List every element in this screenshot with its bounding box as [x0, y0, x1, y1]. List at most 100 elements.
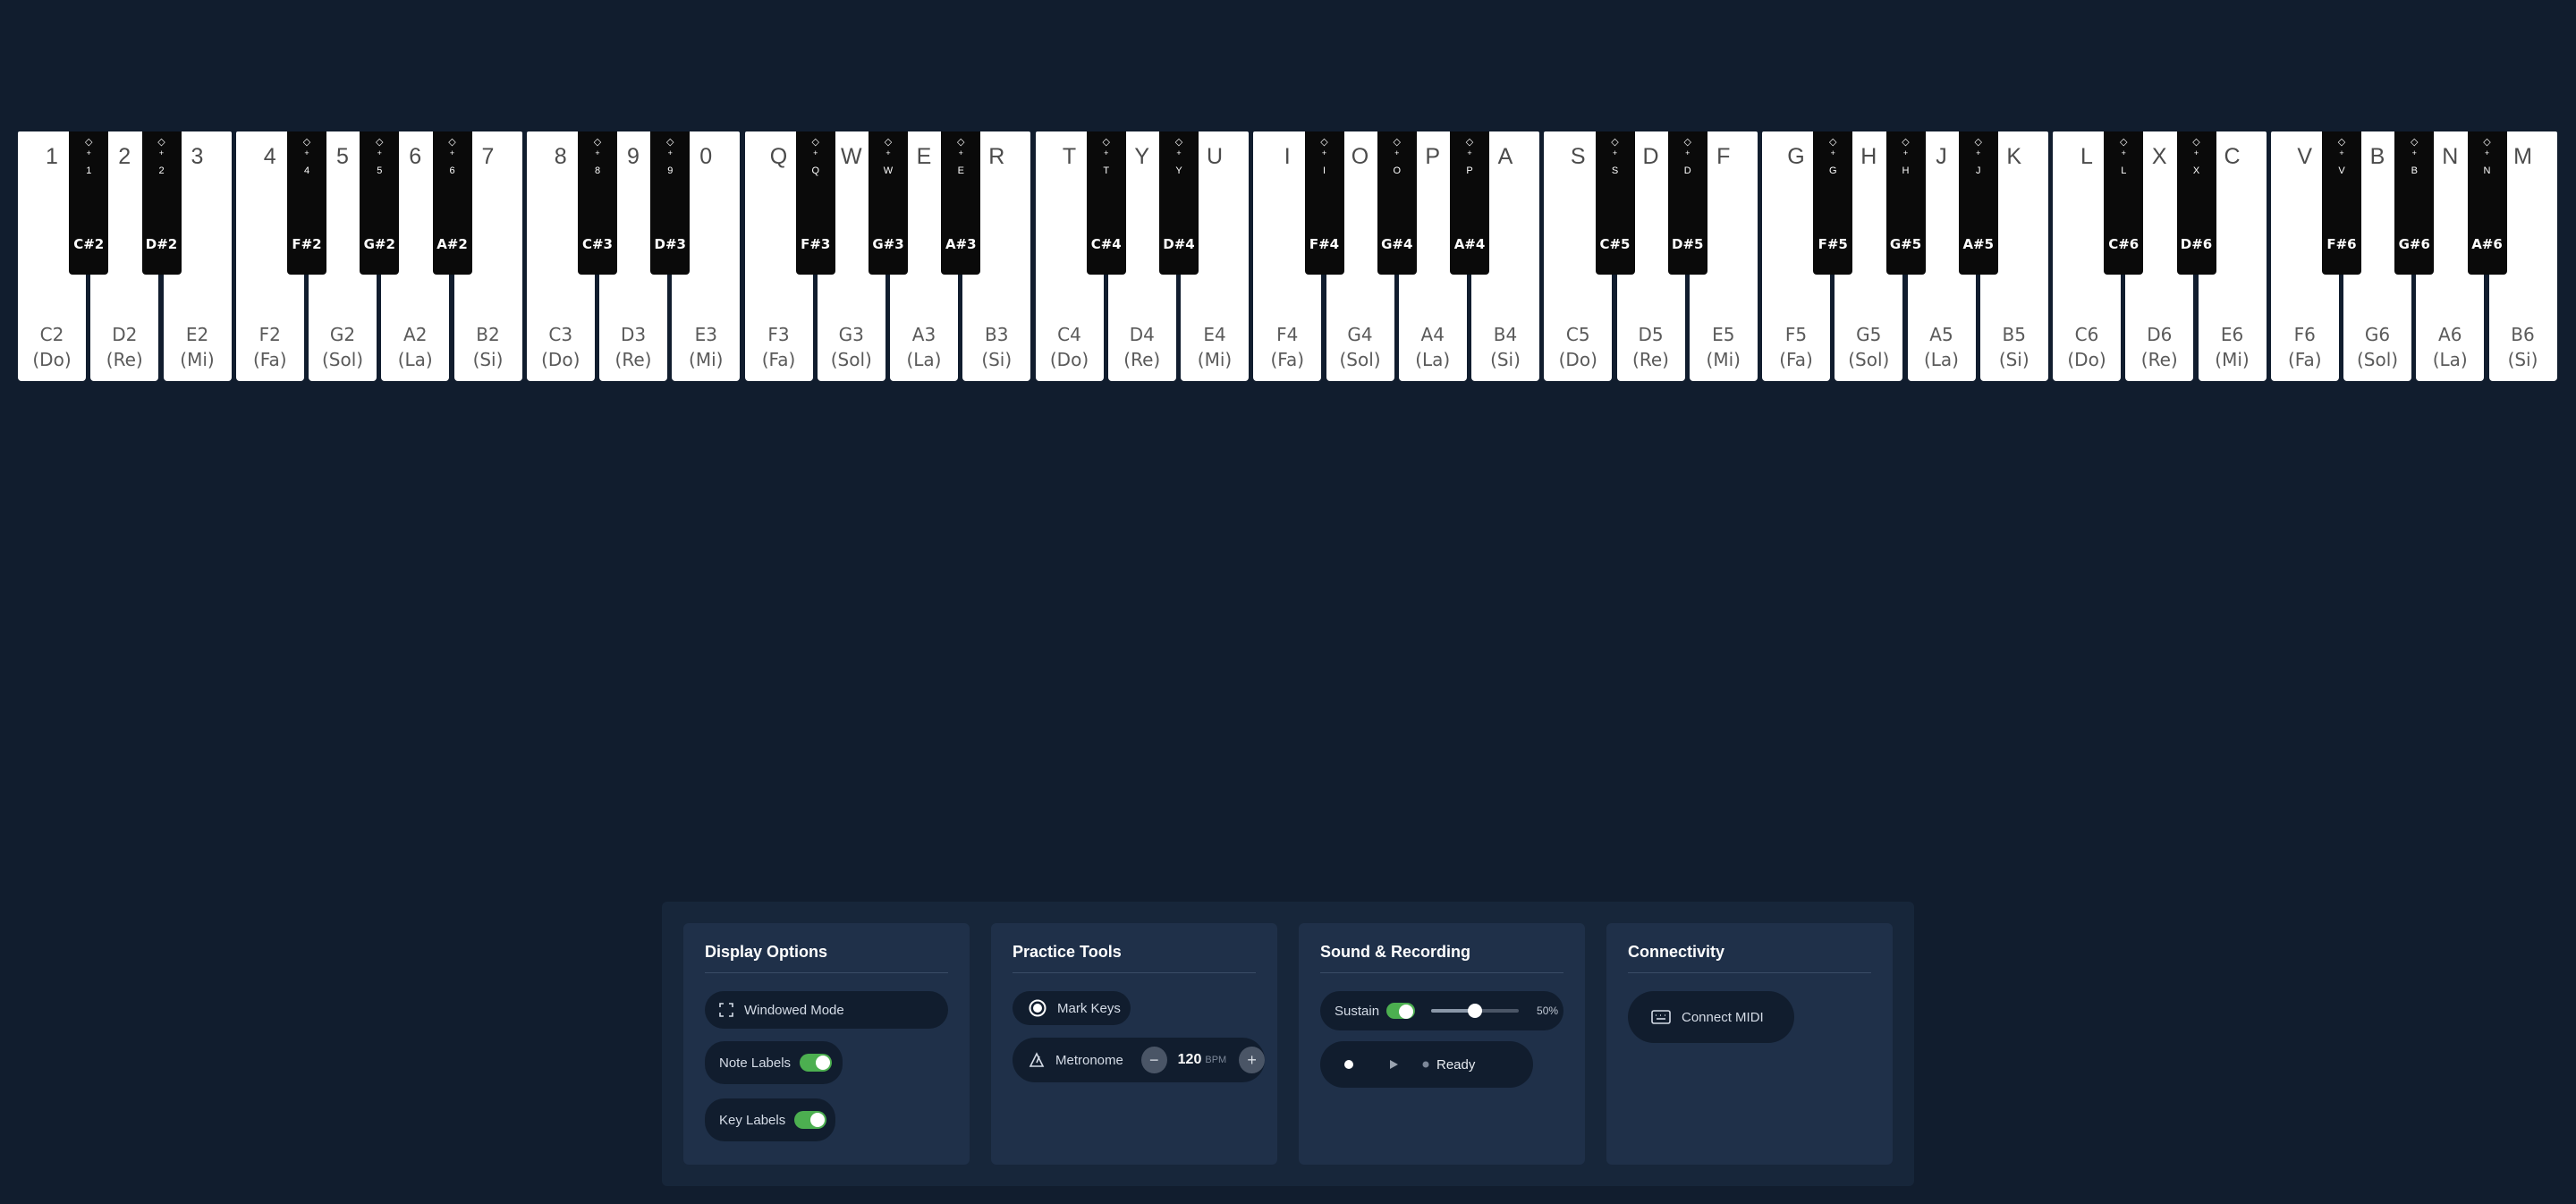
play-button[interactable] — [1388, 1059, 1399, 1070]
note-label: C5 (Do) — [1544, 322, 1612, 372]
black-key[interactable]: ◇ +6 A#2 — [432, 131, 472, 275]
plus-sign: + — [1321, 148, 1327, 157]
plus-sign: + — [2193, 148, 2199, 157]
modifier-icon: ◇ — [1102, 137, 1110, 148]
plus-sign: + — [595, 148, 600, 157]
note-name: B2 — [476, 324, 500, 345]
note-label: C3 (Do) — [527, 322, 595, 372]
black-key[interactable]: ◇ +8 C#3 — [578, 131, 617, 275]
solfege-name: (Do) — [1049, 349, 1089, 370]
note-name: G3 — [838, 324, 864, 345]
modifier-icon: ◇ — [448, 137, 456, 148]
note-label: B2 (Si) — [454, 322, 522, 372]
radio-icon — [1029, 999, 1046, 1017]
note-label: G6 (Sol) — [2343, 322, 2411, 372]
note-labels-toggle[interactable] — [800, 1054, 833, 1072]
black-key[interactable]: ◇ + D D#5 — [1667, 131, 1707, 275]
fullscreen-icon — [719, 1003, 739, 1017]
note-name: F5 — [1784, 324, 1808, 345]
black-key[interactable]: ◇ +2 D#2 — [141, 131, 182, 275]
mark-keys-label: Mark Keys — [1057, 1000, 1121, 1016]
solfege-name: (La) — [1415, 349, 1451, 370]
black-key[interactable]: ◇ +1 C#2 — [69, 131, 109, 275]
black-key[interactable]: ◇ + B G#6 — [2394, 131, 2435, 275]
plus-sign: + — [1104, 148, 1109, 157]
key-label: 8 — [594, 165, 601, 176]
note-label: E4 (Mi) — [1181, 322, 1249, 372]
black-key[interactable]: ◇ + E A#3 — [941, 131, 981, 275]
black-key[interactable]: ◇ + I F#4 — [1304, 131, 1344, 275]
note-label: D#4 — [1163, 236, 1195, 252]
note-label: D6 (Re) — [2125, 322, 2193, 372]
plus-sign: + — [449, 148, 455, 157]
note-name: F4 — [1276, 324, 1299, 345]
volume-slider[interactable] — [1431, 1004, 1520, 1018]
note-label: E5 (Mi) — [1690, 322, 1758, 372]
note-name: D5 — [1638, 324, 1664, 345]
black-key[interactable]: ◇ + W G#3 — [869, 131, 908, 275]
note-label: B3 (Si) — [962, 322, 1030, 372]
key-labels-toggle[interactable] — [794, 1111, 827, 1129]
black-key[interactable]: ◇ + J A#5 — [1958, 131, 1998, 275]
practice-tools-title: Practice Tools — [1013, 943, 1256, 973]
solfege-name: (Sol) — [2356, 349, 2399, 370]
key-label: Y — [1175, 165, 1182, 176]
modifier-icon: ◇ — [1174, 137, 1183, 148]
black-key[interactable]: ◇ + X D#6 — [2176, 131, 2216, 275]
note-label: A4 (La) — [1399, 322, 1467, 372]
black-key[interactable]: ◇ + Q F#3 — [795, 131, 835, 275]
key-label: G — [1828, 165, 1837, 176]
sustain-toggle[interactable] — [1386, 1003, 1416, 1019]
modifier-icon: ◇ — [957, 137, 965, 148]
note-label: D2 (Re) — [90, 322, 158, 372]
plus-sign: + — [2121, 148, 2126, 157]
black-key[interactable]: ◇ +5 G#2 — [360, 131, 400, 275]
note-name: G6 — [2364, 324, 2391, 345]
plus-sign: + — [1467, 148, 1472, 157]
solfege-name: (Si) — [1998, 349, 2029, 370]
note-label: C4 (Do) — [1036, 322, 1104, 372]
note-label: A#3 — [945, 236, 977, 252]
note-label: G4 (Sol) — [1326, 322, 1394, 372]
modifier-icon: ◇ — [1465, 137, 1474, 148]
note-label: A5 (La) — [1908, 322, 1976, 372]
modifier-icon: ◇ — [2483, 137, 2491, 148]
black-key[interactable]: ◇ + N A#6 — [2467, 131, 2507, 275]
note-label: D#6 — [2180, 236, 2213, 252]
key-label: J — [1976, 165, 1981, 176]
black-key[interactable]: ◇ + T C#4 — [1086, 131, 1126, 275]
mark-keys-button[interactable]: Mark Keys — [1013, 991, 1131, 1025]
black-key[interactable]: ◇ + O G#4 — [1377, 131, 1417, 275]
plus-sign: + — [1394, 148, 1400, 157]
record-button[interactable] — [1343, 1059, 1354, 1070]
connect-midi-label: Connect MIDI — [1682, 1009, 1764, 1025]
black-key[interactable]: ◇ + H G#5 — [1885, 131, 1926, 275]
solfege-name: (Sol) — [1339, 349, 1381, 370]
plus-sign: + — [2484, 148, 2490, 157]
black-key[interactable]: ◇ + L C#6 — [2104, 131, 2144, 275]
volume-slider-thumb[interactable] — [1468, 1004, 1483, 1018]
black-key[interactable]: ◇ +9 D#3 — [650, 131, 691, 275]
note-name: A5 — [1929, 324, 1953, 345]
black-key[interactable]: ◇ +4 F#2 — [287, 131, 326, 275]
black-key[interactable]: ◇ + Y D#4 — [1159, 131, 1199, 275]
bpm-decrease-button[interactable]: − — [1140, 1047, 1167, 1073]
note-name: D4 — [1129, 324, 1155, 345]
modifier-icon: ◇ — [1320, 137, 1328, 148]
note-name: E6 — [2220, 324, 2244, 345]
note-label: F6 (Fa) — [2271, 322, 2339, 372]
key-label: Q — [811, 165, 820, 176]
bpm-unit: BPM — [1205, 1055, 1227, 1065]
connect-midi-button[interactable]: Connect MIDI — [1628, 991, 1794, 1043]
black-key[interactable]: ◇ + G F#5 — [1813, 131, 1853, 275]
key-label: 4 — [303, 165, 310, 176]
black-key[interactable]: ◇ + S C#5 — [1595, 131, 1635, 275]
black-key[interactable]: ◇ + P A#4 — [1450, 131, 1489, 275]
black-key[interactable]: ◇ + V F#6 — [2322, 131, 2361, 275]
sound-recording-title: Sound & Recording — [1320, 943, 1563, 973]
bpm-increase-button[interactable]: + — [1239, 1047, 1265, 1073]
windowed-mode-button[interactable]: Windowed Mode — [705, 991, 948, 1029]
note-label: F#2 — [292, 236, 322, 252]
modifier-icon: ◇ — [1683, 137, 1691, 148]
note-name: E4 — [1203, 324, 1226, 345]
